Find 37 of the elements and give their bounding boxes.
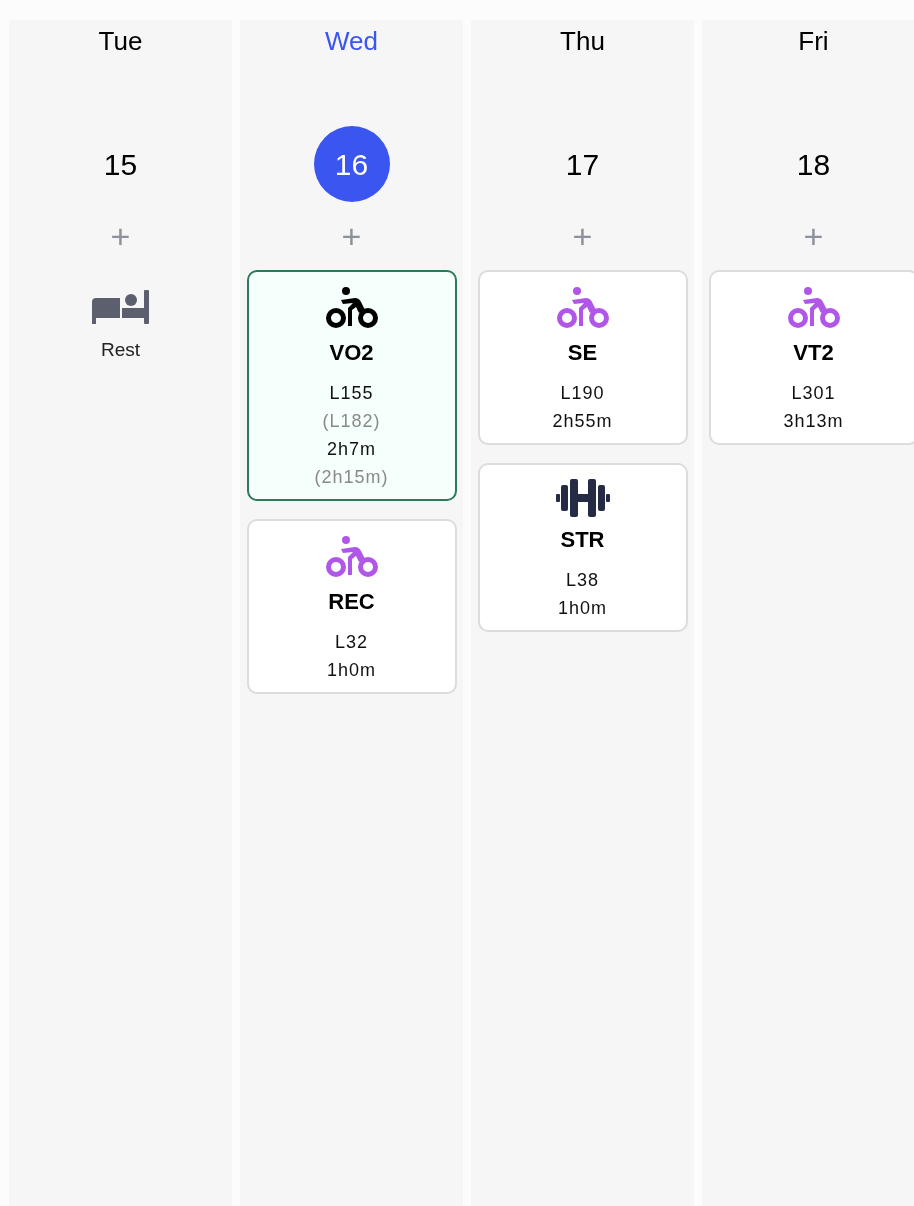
planned-value: (2h15m) xyxy=(314,466,389,489)
workout-value: L301 xyxy=(791,382,836,405)
workout-value: 3h13m xyxy=(783,410,844,433)
date-number[interactable]: 16 xyxy=(313,126,390,202)
workout-card[interactable]: VO2 L155 (L182) 2h7m (2h15m) xyxy=(246,270,457,501)
workout-card[interactable]: SE L190 2h55m xyxy=(477,270,688,445)
day-name: Wed xyxy=(325,25,378,58)
cyclist-icon xyxy=(786,286,841,330)
workout-title: SE xyxy=(567,339,598,367)
workout-value: L155 xyxy=(329,382,374,405)
workout-value: 1h0m xyxy=(558,597,607,620)
cyclist-icon xyxy=(555,286,610,330)
dumbbell-icon xyxy=(555,479,610,517)
workout-value: L190 xyxy=(560,382,605,405)
workout-value: 2h7m xyxy=(327,438,376,461)
date-number[interactable]: 17 xyxy=(544,126,621,202)
workout-title: REC xyxy=(328,588,375,616)
workout-value: L38 xyxy=(565,569,599,592)
workout-value: L32 xyxy=(334,631,368,654)
workout-card[interactable]: REC L32 1h0m xyxy=(246,519,457,694)
workout-value: 2h55m xyxy=(552,410,613,433)
workout-title: VO2 xyxy=(329,339,374,367)
date-number[interactable]: 15 xyxy=(82,126,159,202)
day-name: Thu xyxy=(560,25,605,58)
day-name: Tue xyxy=(98,25,143,58)
cyclist-icon xyxy=(324,286,379,330)
workout-card[interactable]: STR L38 1h0m xyxy=(477,463,688,632)
workout-card[interactable]: VT2 L301 3h13m xyxy=(708,270,914,445)
workout-value: 1h0m xyxy=(327,659,376,682)
planned-value: (L182) xyxy=(322,410,381,433)
date-number[interactable]: 18 xyxy=(775,126,852,202)
rest-label: Rest xyxy=(100,338,141,362)
bed-icon xyxy=(91,290,150,324)
workout-title: VT2 xyxy=(793,339,834,367)
workout-title: STR xyxy=(560,526,605,554)
cyclist-icon xyxy=(324,535,379,579)
day-name: Fri xyxy=(798,25,829,58)
